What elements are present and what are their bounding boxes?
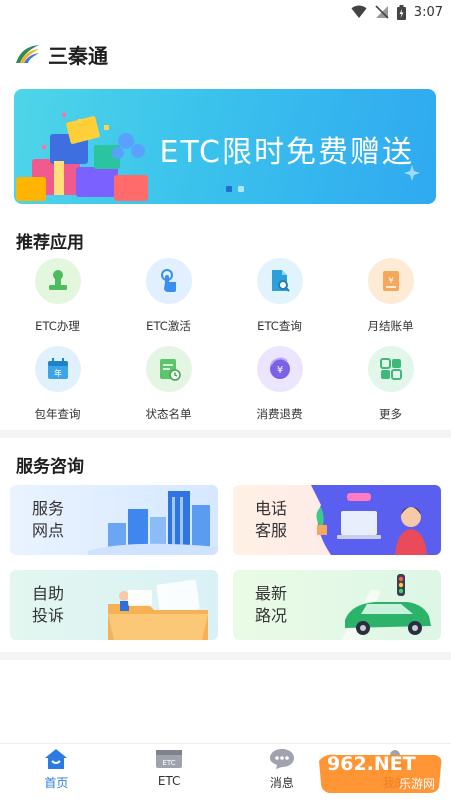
service-card-complaint[interactable]: 自助投诉 xyxy=(10,570,218,640)
app-label: 月结账单 xyxy=(367,319,414,333)
app-refund[interactable]: ¥ 消费退费 xyxy=(224,346,335,434)
folder-illustration xyxy=(108,579,208,640)
watermark-subtext: 乐游网 xyxy=(398,777,435,791)
app-label: 更多 xyxy=(379,407,402,421)
service-card-label: 自助投诉 xyxy=(32,584,65,625)
service-card-hotline[interactable]: 电话客服 xyxy=(233,485,441,555)
app-label: ETC办理 xyxy=(35,319,80,333)
tab-etc[interactable]: ETC ETC xyxy=(113,744,226,801)
status-list-icon xyxy=(145,346,192,392)
no-signal-icon xyxy=(375,5,389,19)
app-annual-query[interactable]: 年 包年查询 xyxy=(2,346,113,434)
wifi-icon xyxy=(351,5,367,18)
battery-icon xyxy=(396,4,406,20)
chat-bubble-icon xyxy=(269,749,294,769)
car-illustration xyxy=(341,574,431,640)
service-card-traffic[interactable]: 最新路况 xyxy=(233,570,441,640)
document-search-icon xyxy=(256,258,303,304)
banner-dot[interactable] xyxy=(238,186,244,192)
etc-card-icon: ETC xyxy=(156,750,183,768)
recommended-app-grid: ETC办理 ETC激活 ETC查询 ¥ 月结账单 年 包年查询 状态名单 ¥ 消 xyxy=(0,258,451,434)
section-divider xyxy=(0,652,451,660)
tab-label: 消息 xyxy=(269,776,294,790)
app-label: ETC查询 xyxy=(257,319,302,333)
svg-text:¥: ¥ xyxy=(276,365,282,376)
app-etc-query[interactable]: ETC查询 xyxy=(224,258,335,346)
banner-pagination xyxy=(226,186,244,192)
gift-illustration xyxy=(16,113,148,201)
app-header: 三秦通 xyxy=(14,34,108,74)
watermark-text: 962.NET xyxy=(327,753,416,775)
tab-label: ETC xyxy=(157,774,181,788)
home-icon xyxy=(45,749,68,769)
app-label: 消费退费 xyxy=(256,407,303,421)
services-title: 服务咨询 xyxy=(16,457,84,477)
app-etc-activate[interactable]: ETC激活 xyxy=(113,258,224,346)
status-bar: 3:07 xyxy=(0,0,451,24)
status-time: 3:07 xyxy=(413,4,443,20)
banner-headline: ETC限时免费赠送 xyxy=(159,135,414,170)
app-logo-icon xyxy=(16,45,39,63)
watermark-logo: 962.NET 乐游网 xyxy=(315,751,445,795)
service-card-label: 服务网点 xyxy=(32,499,65,540)
app-status-list[interactable]: 状态名单 xyxy=(113,346,224,434)
app-title: 三秦通 xyxy=(48,43,108,68)
calendar-icon: 年 xyxy=(34,346,81,392)
service-card-outlets[interactable]: 服务网点 xyxy=(10,485,218,555)
bill-icon: ¥ xyxy=(367,258,414,304)
sparkle-icon xyxy=(404,165,420,181)
refund-icon: ¥ xyxy=(256,346,303,392)
svg-text:ETC: ETC xyxy=(163,759,176,767)
tab-home[interactable]: 首页 xyxy=(0,744,113,801)
app-label: 状态名单 xyxy=(145,407,192,421)
service-card-label: 电话客服 xyxy=(255,499,288,540)
touch-icon xyxy=(145,258,192,304)
app-label: 包年查询 xyxy=(34,407,81,421)
svg-text:¥: ¥ xyxy=(388,276,393,285)
svg-text:年: 年 xyxy=(54,368,62,378)
app-label: ETC激活 xyxy=(146,319,191,333)
service-card-label: 最新路况 xyxy=(255,584,288,625)
tab-label: 首页 xyxy=(44,776,69,790)
stamp-icon xyxy=(34,258,81,304)
app-more[interactable]: 更多 xyxy=(335,346,446,434)
section-divider xyxy=(0,430,451,438)
recommended-title: 推荐应用 xyxy=(16,233,84,253)
banner-dot-active[interactable] xyxy=(226,186,232,192)
grid-icon xyxy=(367,346,414,392)
city-buildings-illustration xyxy=(88,491,218,555)
promo-banner[interactable]: ETC限时免费赠送 xyxy=(14,89,436,204)
customer-service-illustration xyxy=(311,485,441,555)
app-monthly-bill[interactable]: ¥ 月结账单 xyxy=(335,258,446,346)
app-etc-apply[interactable]: ETC办理 xyxy=(2,258,113,346)
